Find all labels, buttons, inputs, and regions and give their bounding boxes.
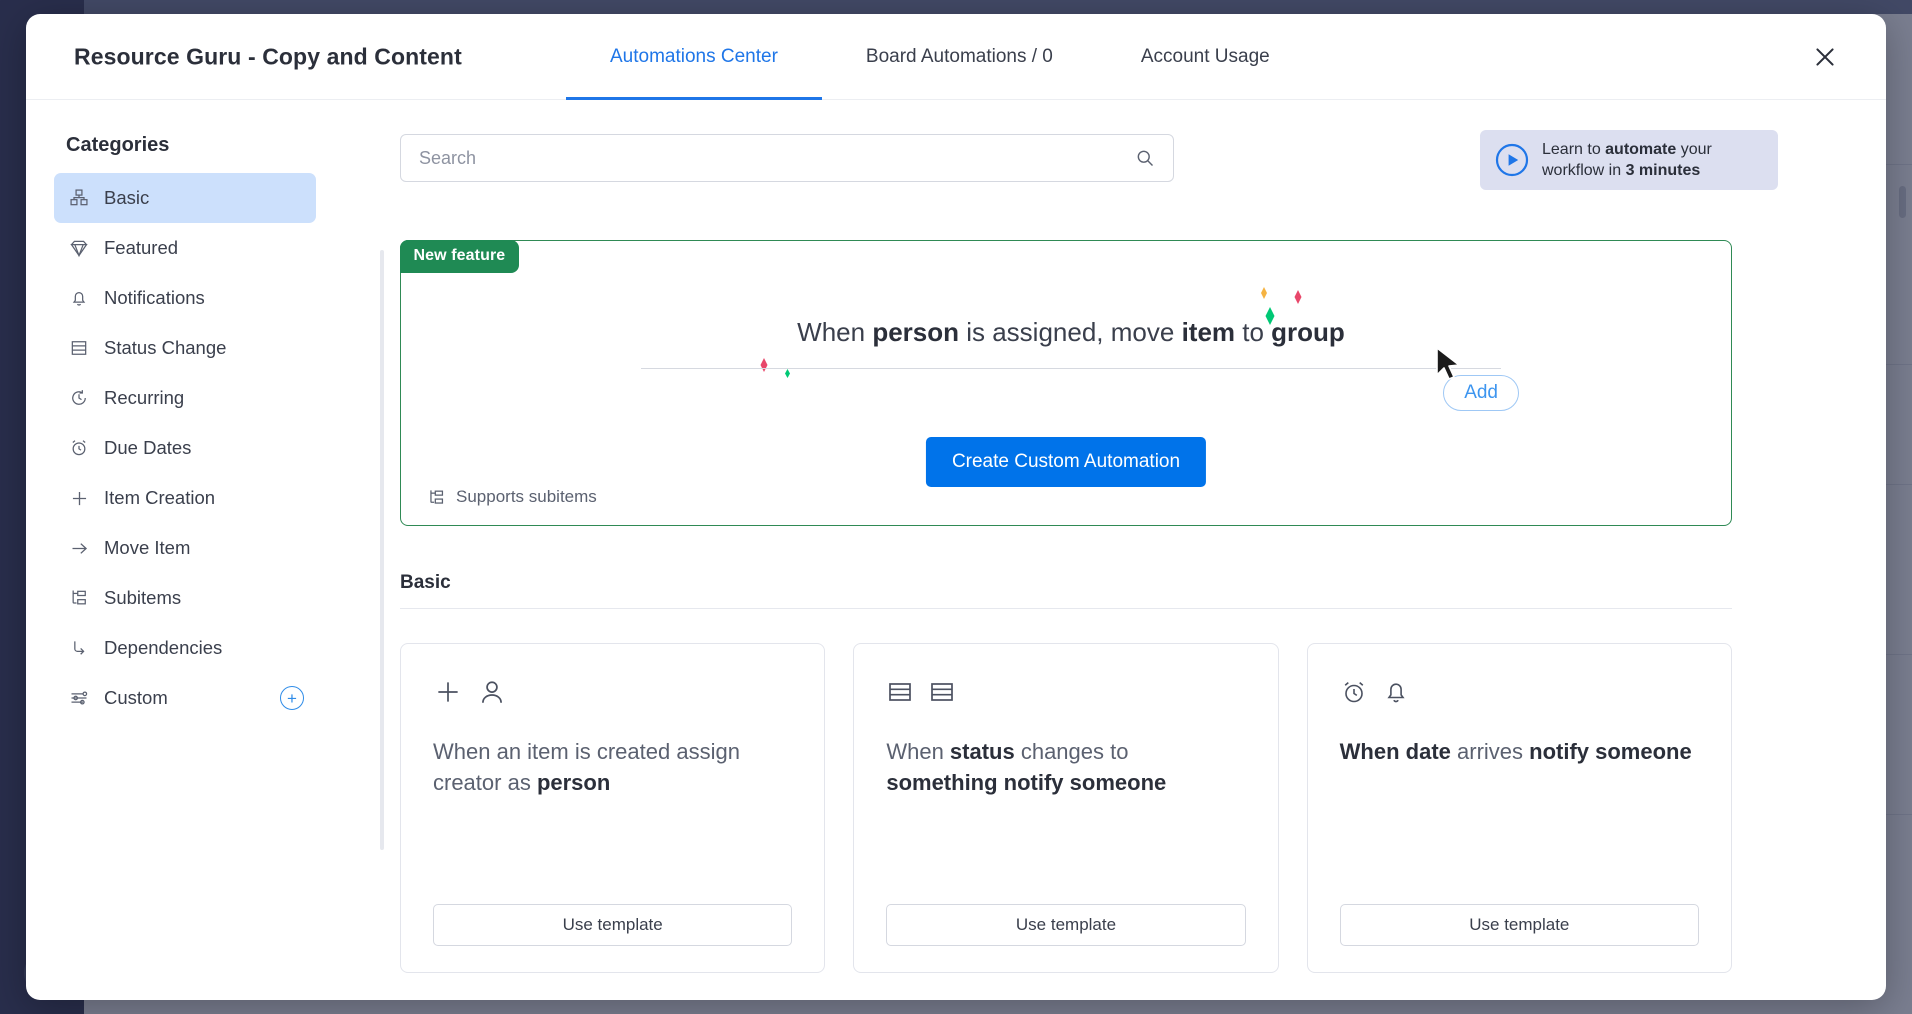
diamond-icon: [68, 237, 90, 259]
template-cards-row: When an item is created assign creator a…: [400, 643, 1732, 973]
sidebar-item-status-change[interactable]: Status Change: [54, 323, 316, 373]
sidebar-item-label: Status Change: [104, 337, 226, 359]
tab-label: Board Automations / 0: [866, 46, 1053, 68]
sidebar-item-label: Notifications: [104, 287, 205, 309]
sidebar-item-label: Custom: [104, 687, 168, 709]
section-title-basic: Basic: [400, 572, 1886, 594]
confetti-diamond-pink-icon: [1291, 290, 1305, 304]
sliders-icon: [68, 687, 90, 709]
template-card[interactable]: When status changes to something notify …: [853, 643, 1278, 973]
refresh-icon: [68, 387, 90, 409]
promo-text: Learn to automate your workflow in 3 min…: [1542, 139, 1712, 181]
status-rows-icon: [886, 678, 914, 706]
sidebar-item-move-item[interactable]: Move Item: [54, 523, 316, 573]
bell-icon: [1382, 678, 1410, 706]
card-text: When date arrives notify someone: [1340, 736, 1699, 767]
card-text: When an item is created assign creator a…: [433, 736, 792, 798]
sidebar-item-label: Due Dates: [104, 437, 191, 459]
bell-icon: [68, 287, 90, 309]
alarm-icon: [1340, 678, 1368, 706]
sidebar-item-label: Recurring: [104, 387, 184, 409]
close-button[interactable]: [1810, 42, 1840, 72]
card-text: When status changes to something notify …: [886, 736, 1245, 798]
promo-line-2: workflow in 3 minutes: [1542, 160, 1712, 181]
subitems-icon: [427, 488, 446, 507]
modal-body: Categories Basic Featured Notifications: [26, 100, 1886, 1000]
supports-subitems-note: Supports subitems: [427, 487, 597, 507]
tab-label: Automations Center: [610, 46, 778, 68]
alarm-icon: [68, 437, 90, 459]
mouse-cursor-icon: [1435, 347, 1461, 381]
card-icons: [433, 672, 792, 712]
tab-board-automations[interactable]: Board Automations / 0: [822, 14, 1097, 100]
status-badge: New feature: [400, 240, 520, 273]
sidebar-item-label: Subitems: [104, 587, 181, 609]
tab-label: Account Usage: [1141, 46, 1270, 68]
sidebar-item-subitems[interactable]: Subitems: [54, 573, 316, 623]
card-icons: [886, 672, 1245, 712]
use-template-button[interactable]: Use template: [433, 904, 792, 946]
use-template-button[interactable]: Use template: [1340, 904, 1699, 946]
page-title: Resource Guru - Copy and Content: [74, 43, 462, 70]
plus-icon: +: [287, 690, 297, 707]
rows-icon: [68, 337, 90, 359]
sidebar-item-label: Item Creation: [104, 487, 215, 509]
sidebar-item-due-dates[interactable]: Due Dates: [54, 423, 316, 473]
section-divider: [400, 608, 1732, 609]
use-template-button[interactable]: Use template: [886, 904, 1245, 946]
create-custom-automation-button[interactable]: Create Custom Automation: [926, 437, 1206, 487]
recipe-sentence: When person is assigned, move item to gr…: [641, 317, 1501, 369]
confetti-diamond-teal-icon: [783, 369, 792, 378]
sidebar-item-label: Move Item: [104, 537, 190, 559]
play-circle-icon: [1494, 142, 1530, 178]
status-rows-icon: [928, 678, 956, 706]
sidebar-item-featured[interactable]: Featured: [54, 223, 316, 273]
new-feature-banner: New feature When person is assigned, mov…: [400, 240, 1732, 526]
subitems-icon: [68, 587, 90, 609]
search-icon[interactable]: [1135, 148, 1155, 168]
sidebar-item-label: Dependencies: [104, 637, 222, 659]
add-custom-automation-button[interactable]: +: [280, 686, 304, 710]
template-card[interactable]: When an item is created assign creator a…: [400, 643, 825, 973]
sidebar-item-label: Basic: [104, 187, 149, 209]
template-card[interactable]: When date arrives notify someone Use tem…: [1307, 643, 1732, 973]
sidebar-item-custom[interactable]: Custom +: [54, 673, 316, 723]
confetti-diamond-orange-icon: [1258, 287, 1270, 299]
automations-content: Learn to automate your workflow in 3 min…: [326, 100, 1886, 1000]
sidebar-item-dependencies[interactable]: Dependencies: [54, 623, 316, 673]
sidebar-title: Categories: [26, 134, 326, 173]
promo-line-1: Learn to automate your: [1542, 139, 1712, 160]
person-icon: [477, 677, 507, 707]
card-icons: [1340, 672, 1699, 712]
dependency-icon: [68, 637, 90, 659]
plus-icon: [68, 487, 90, 509]
close-icon: [1812, 44, 1838, 70]
plus-icon: [433, 677, 463, 707]
sidebar-item-basic[interactable]: Basic: [54, 173, 316, 223]
sidebar-item-recurring[interactable]: Recurring: [54, 373, 316, 423]
arrow-right-icon: [68, 537, 90, 559]
sidebar-item-notifications[interactable]: Notifications: [54, 273, 316, 323]
tab-bar: Automations Center Board Automations / 0…: [566, 14, 1314, 100]
featured-recipe[interactable]: When person is assigned, move item to gr…: [641, 317, 1501, 369]
tab-account-usage[interactable]: Account Usage: [1097, 14, 1314, 100]
learn-to-automate-promo[interactable]: Learn to automate your workflow in 3 min…: [1480, 130, 1778, 190]
grid-icon: [68, 187, 90, 209]
sidebar-item-item-creation[interactable]: Item Creation: [54, 473, 316, 523]
sidebar-item-label: Featured: [104, 237, 178, 259]
tab-automations-center[interactable]: Automations Center: [566, 14, 822, 100]
search-row: [400, 134, 1174, 182]
modal-header: Resource Guru - Copy and Content Automat…: [26, 14, 1886, 100]
automations-center-modal: Resource Guru - Copy and Content Automat…: [26, 14, 1886, 1000]
supports-subitems-label: Supports subitems: [456, 487, 597, 507]
search-box[interactable]: [400, 134, 1174, 182]
search-input[interactable]: [401, 135, 1173, 181]
categories-sidebar: Categories Basic Featured Notifications: [26, 100, 326, 1000]
